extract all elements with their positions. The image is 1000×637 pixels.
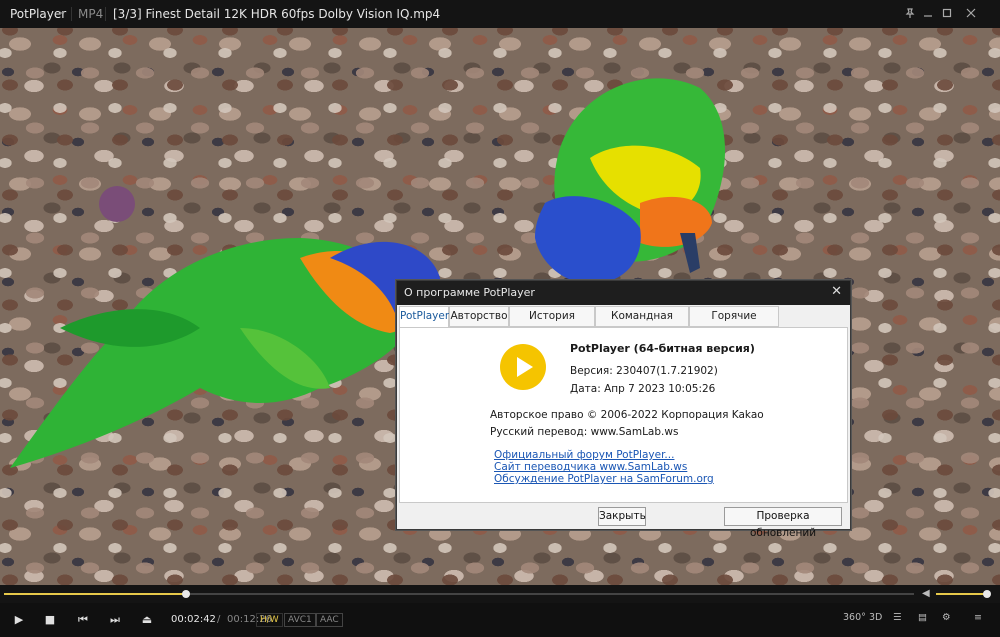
format-label: MP4 xyxy=(78,7,104,21)
pin-icon[interactable] xyxy=(901,5,919,23)
translation-text: Русский перевод: www.SamLab.ws xyxy=(490,426,679,438)
potplayer-logo xyxy=(500,344,546,390)
forum-link[interactable]: Официальный форум PotPlayer... xyxy=(494,449,674,461)
volume-handle[interactable] xyxy=(982,590,991,598)
gear-icon[interactable]: ⚙ xyxy=(942,612,951,623)
eject-icon[interactable]: ⏏ xyxy=(139,612,155,628)
play-icon[interactable]: ▶ xyxy=(11,612,27,628)
tab-credits[interactable]: Авторство xyxy=(449,306,509,327)
seek-bar[interactable] xyxy=(4,590,914,598)
stop-icon[interactable]: ■ xyxy=(42,612,58,628)
copyright-text: Авторское право © 2006-2022 Корпорация K… xyxy=(490,409,764,421)
chapter-icon[interactable]: ▤ xyxy=(918,612,927,623)
volume-icon[interactable]: ◀ xyxy=(922,588,930,599)
seek-bar-row: ◀ xyxy=(0,585,1000,603)
minimize-icon[interactable] xyxy=(919,5,937,23)
chevron-down-icon[interactable]: ⌄ xyxy=(58,6,66,17)
current-time: 00:02:42 xyxy=(171,614,216,625)
tab-hotkeys[interactable]: Горячие клавиши xyxy=(689,306,779,341)
product-name: PotPlayer (64-битная версия) xyxy=(570,342,755,355)
maximize-icon[interactable] xyxy=(938,5,956,23)
playlist-search-icon[interactable]: ☰ xyxy=(893,612,902,623)
translator-site-link[interactable]: Сайт переводчика www.SamLab.ws xyxy=(494,461,687,473)
volume-fill xyxy=(936,593,987,595)
control-bar: ▶ ■ ⏮ ⏭ ⏏ 00:02:42 / 00:12:26 H/W AVC1 A… xyxy=(0,603,1000,637)
close-icon[interactable] xyxy=(962,5,980,23)
volume-slider[interactable] xyxy=(936,590,991,598)
tab-command-line[interactable]: Командная строка xyxy=(595,306,689,341)
dialog-title-bar: О программе PotPlayer ✕ xyxy=(397,281,850,305)
next-icon[interactable]: ⏭ xyxy=(107,612,123,628)
menu-icon[interactable]: ≡ xyxy=(974,612,982,623)
about-dialog: О программе PotPlayer ✕ PotPlayer Авторс… xyxy=(396,280,851,539)
dialog-close-icon[interactable]: ✕ xyxy=(831,284,842,299)
build-date-text: Дата: Апр 7 2023 10:05:26 xyxy=(570,383,716,395)
title-divider xyxy=(71,7,72,21)
title-bar: PotPlayer ⌄ MP4 [3/3] Finest Detail 12K … xyxy=(0,0,1000,28)
vr-360-label[interactable]: 360° xyxy=(843,612,866,623)
audio-codec-badge[interactable]: AAC xyxy=(316,613,343,627)
time-separator: / xyxy=(217,614,221,625)
tab-potplayer[interactable]: PotPlayer xyxy=(399,306,449,328)
dialog-title: О программе PotPlayer xyxy=(404,286,535,299)
3d-label[interactable]: 3D xyxy=(869,612,882,623)
seek-bar-fill xyxy=(4,593,186,595)
video-codec-badge[interactable]: AVC1 xyxy=(284,613,316,627)
samforum-link[interactable]: Обсуждение PotPlayer на SamForum.org xyxy=(494,473,714,485)
check-updates-button[interactable]: Проверка обновлений xyxy=(724,507,842,539)
seek-handle[interactable] xyxy=(182,590,190,598)
close-button[interactable]: Закрыть xyxy=(598,507,646,526)
version-text: Версия: 230407(1.7.21902) xyxy=(570,365,718,377)
previous-icon[interactable]: ⏮ xyxy=(75,612,91,628)
hw-acceleration-badge[interactable]: H/W xyxy=(256,613,283,627)
title-divider xyxy=(105,7,106,21)
file-title: [3/3] Finest Detail 12K HDR 60fps Dolby … xyxy=(113,7,441,21)
tab-version-history[interactable]: История версий xyxy=(509,306,595,341)
about-panel: PotPlayer (64-битная версия) Версия: 230… xyxy=(399,327,848,503)
